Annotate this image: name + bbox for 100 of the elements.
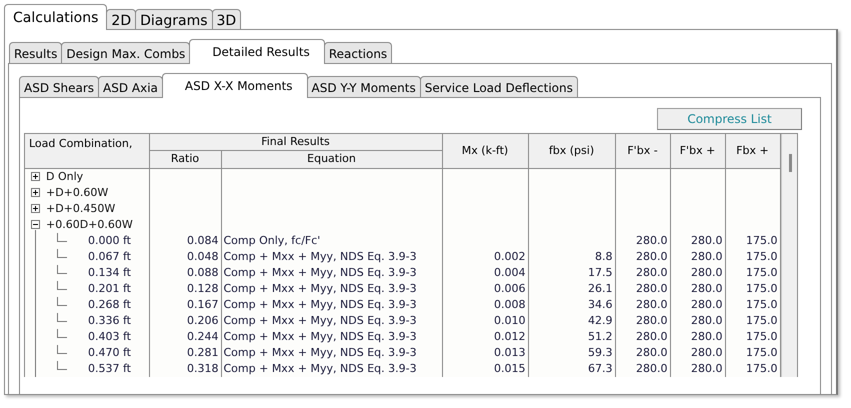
tab[interactable]: Results [9, 42, 62, 63]
column-header[interactable]: Mx (k-ft) [442, 134, 528, 168]
table-cell: 280.0 [615, 264, 670, 280]
column-group-header: Final Results [149, 134, 442, 151]
table-cell: 175.0 [725, 360, 780, 376]
table-cell: 17.5 [528, 264, 616, 280]
tab[interactable]: ASD Y-Y Moments [306, 76, 421, 97]
load-combination[interactable]: +D+0.60W [46, 184, 108, 200]
column-header[interactable]: Fbx + [725, 134, 780, 168]
table-cell: 8.8 [528, 248, 616, 264]
table-cell: 59.3 [528, 344, 616, 360]
table-cell: Comp Only, fc/Fc' [221, 232, 442, 248]
table-cell: 0.015 [442, 360, 528, 376]
table-cell: 0.013 [442, 344, 528, 360]
table-cell: Comp + Mxx + Myy, NDS Eq. 3.9-3 [221, 312, 442, 328]
expand-icon[interactable] [31, 188, 40, 197]
location-cell[interactable]: 0.537 ft [88, 362, 131, 374]
scrollbar[interactable] [780, 134, 797, 376]
location-cell[interactable]: 0.336 ft [88, 314, 131, 326]
tree-branch-line [57, 264, 67, 274]
tab[interactable]: Reactions [324, 42, 392, 63]
location-cell[interactable]: 0.268 ft [88, 298, 131, 310]
expand-icon[interactable] [31, 172, 40, 181]
table-cell: Comp + Mxx + Myy, NDS Eq. 3.9-3 [221, 248, 442, 264]
column-header[interactable]: fbx (psi) [528, 134, 616, 168]
tab[interactable]: Service Load Deflections [420, 76, 578, 97]
table-cell: 0.008 [442, 296, 528, 312]
table-cell: 175.0 [725, 248, 780, 264]
column-header[interactable]: F'bx - [615, 134, 670, 168]
location-cell[interactable]: 0.000 ft [88, 234, 131, 246]
tree-branch-line [57, 312, 67, 322]
table-cell: Comp + Mxx + Myy, NDS Eq. 3.9-3 [221, 328, 442, 344]
tab[interactable]: Design Max. Combs [61, 42, 190, 63]
table-cell: 280.0 [670, 360, 726, 376]
expand-icon[interactable] [31, 204, 40, 213]
load-combination[interactable]: +D+0.450W [46, 200, 116, 216]
location-cell[interactable]: 0.134 ft [88, 266, 131, 278]
table-cell: Comp + Mxx + Myy, NDS Eq. 3.9-3 [221, 344, 442, 360]
table-cell: 175.0 [725, 264, 780, 280]
table-cell: 0.128 [149, 280, 221, 296]
table-cell: 0.167 [149, 296, 221, 312]
column-header[interactable]: Equation [221, 150, 442, 168]
location-cell[interactable]: 0.201 ft [88, 282, 131, 294]
tree-branch-line [57, 296, 67, 306]
tab[interactable]: Calculations [4, 4, 108, 30]
table-cell: 0.281 [149, 344, 221, 360]
location-cell[interactable]: 0.067 ft [88, 250, 131, 262]
tree-branch-line [57, 248, 67, 258]
scrollbar-thumb[interactable] [788, 154, 792, 172]
table-cell: Comp + Mxx + Myy, NDS Eq. 3.9-3 [221, 296, 442, 312]
table-cell: 0.318 [149, 360, 221, 376]
table-cell: 280.0 [670, 280, 726, 296]
tab[interactable]: Detailed Results [189, 39, 325, 64]
location-cell[interactable]: 0.470 ft [88, 346, 131, 358]
table-cell: 0.206 [149, 312, 221, 328]
tab[interactable]: 3D [212, 9, 242, 29]
tree-branch-line [57, 280, 67, 290]
table-cell: 280.0 [615, 312, 670, 328]
table-cell: 0.010 [442, 312, 528, 328]
tab[interactable]: Diagrams [135, 9, 212, 29]
load-combination[interactable]: +0.60D+0.60W [46, 216, 133, 232]
tab[interactable]: ASD X-X Moments [162, 73, 308, 98]
table-cell: 42.9 [528, 312, 616, 328]
table-cell: Comp + Mxx + Myy, NDS Eq. 3.9-3 [221, 264, 442, 280]
tree-branch-line [57, 232, 67, 242]
tab[interactable]: 2D [106, 9, 136, 29]
column-header[interactable]: F'bx + [670, 134, 726, 168]
table-cell: 280.0 [615, 280, 670, 296]
table-cell: 175.0 [725, 280, 780, 296]
table-cell: 280.0 [615, 248, 670, 264]
table-cell: 280.0 [670, 248, 726, 264]
table-cell: 0.048 [149, 248, 221, 264]
table-cell: 0.084 [149, 232, 221, 248]
table-cell: 175.0 [725, 344, 780, 360]
column-header[interactable]: Ratio [149, 150, 221, 168]
table-cell: 0.244 [149, 328, 221, 344]
table-cell: 0.088 [149, 264, 221, 280]
tree-branch-line [57, 360, 67, 370]
table-cell: 280.0 [670, 312, 726, 328]
location-cell[interactable]: 0.403 ft [88, 330, 131, 342]
table-cell: 175.0 [725, 328, 780, 344]
table-cell: 280.0 [615, 360, 670, 376]
table-cell: 67.3 [528, 360, 616, 376]
table-cell: 34.6 [528, 296, 616, 312]
table-cell: 280.0 [670, 328, 726, 344]
table-cell: 280.0 [615, 328, 670, 344]
collapse-icon[interactable] [31, 220, 40, 229]
table-cell: 0.006 [442, 280, 528, 296]
table-cell: 175.0 [725, 312, 780, 328]
table-cell: 280.0 [670, 296, 726, 312]
table-cell: Comp + Mxx + Myy, NDS Eq. 3.9-3 [221, 360, 442, 376]
table-cell: 280.0 [670, 264, 726, 280]
tree-branch-line [57, 344, 67, 354]
load-combination[interactable]: D Only [46, 168, 84, 184]
tab[interactable]: ASD Shears [19, 76, 100, 97]
table-cell: 280.0 [615, 232, 670, 248]
compress-list-button[interactable]: Compress List [657, 108, 802, 130]
tab[interactable]: ASD Axia [98, 76, 163, 97]
table-cell: Comp + Mxx + Myy, NDS Eq. 3.9-3 [221, 280, 442, 296]
column-header[interactable]: Load Combination, [25, 134, 149, 168]
